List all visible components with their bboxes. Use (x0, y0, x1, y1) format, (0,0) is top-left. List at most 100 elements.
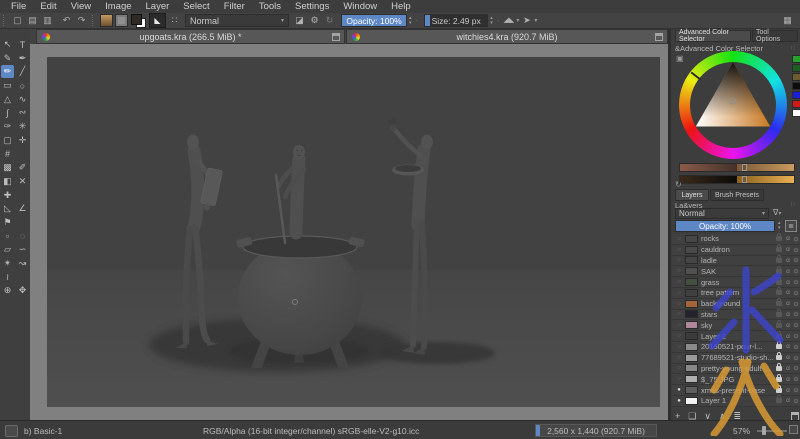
inherit-alpha-icon[interactable]: ⊙ (792, 256, 800, 264)
new-document-icon[interactable]: ▢ (11, 14, 24, 27)
lock-icon[interactable] (776, 269, 782, 274)
color-history-swatch[interactable] (792, 64, 800, 72)
inherit-alpha-icon[interactable]: ⊙ (792, 332, 800, 340)
tool-zoom[interactable]: ⊕ (1, 284, 14, 297)
lock-icon[interactable] (776, 398, 782, 403)
tool-bezier-select[interactable]: ↝ (16, 257, 29, 270)
layer-row[interactable]: Layer 2 α ⊙ (672, 331, 800, 342)
layer-filter-button[interactable]: ∇▾ (773, 208, 781, 217)
zoom-slider-handle[interactable] (762, 426, 766, 435)
inherit-alpha-icon[interactable]: ⊙ (792, 289, 800, 297)
inherit-alpha-icon[interactable]: ⊙ (792, 267, 800, 275)
layer-visibility-toggle[interactable] (674, 279, 684, 285)
layer-row[interactable]: stars α ⊙ (672, 310, 800, 321)
lock-icon[interactable] (776, 290, 782, 295)
gradient-swatch[interactable] (100, 14, 113, 27)
tool-text[interactable]: T (16, 38, 29, 51)
tool-freehand-path[interactable]: ∾ (16, 106, 29, 119)
color-history-swatch[interactable] (792, 55, 800, 63)
layer-name[interactable]: grass (701, 278, 774, 287)
layer-name[interactable]: 77689521-studio-sh... (701, 353, 774, 362)
layer-row[interactable]: pretty-young-adult-... α ⊙ (672, 364, 800, 375)
docker-buttons[interactable]: ∶∶ (791, 45, 796, 52)
layer-opacity-slider[interactable]: Opacity: 100% (675, 220, 775, 232)
layer-row[interactable]: 20150521-pour-l... α ⊙ (672, 342, 800, 353)
layer-name[interactable]: Layer 1 (701, 396, 774, 405)
layer-name[interactable]: Layer 2 (701, 332, 774, 341)
layer-row[interactable]: 77689521-studio-sh... α ⊙ (672, 353, 800, 364)
layer-row[interactable]: xmas-present-base α ⊙ (672, 385, 800, 396)
tool-assistants[interactable]: ◺ (1, 202, 14, 215)
tool-line[interactable]: ╱ (16, 65, 29, 78)
alpha-lock-icon[interactable]: α (784, 300, 792, 307)
inherit-alpha-icon[interactable]: ⊙ (792, 364, 800, 372)
tool-crop[interactable]: # (1, 148, 14, 161)
layer-name[interactable]: pretty-young-adult-... (701, 364, 774, 373)
layer-visibility-toggle[interactable] (674, 333, 684, 339)
canvas-area[interactable] (30, 44, 668, 420)
shade-strip-handle[interactable] (742, 164, 747, 171)
lock-icon[interactable] (776, 334, 782, 339)
maximize-icon[interactable] (655, 33, 663, 41)
lock-icon[interactable] (776, 355, 782, 360)
tab-tool-options[interactable]: Tool Options (752, 30, 798, 42)
layer-row[interactable]: background α ⊙ (672, 299, 800, 310)
size-stepper[interactable]: ▴▾ (490, 16, 493, 26)
layer-name[interactable]: tree pattern (701, 288, 774, 297)
layer-visibility-toggle[interactable] (674, 268, 684, 274)
menu-item[interactable]: Image (98, 0, 138, 13)
lock-icon[interactable] (776, 388, 782, 393)
refresh-history-icon[interactable]: ↻ (675, 181, 682, 189)
tab-advanced-color-selector[interactable]: Advanced Color Selector (675, 30, 751, 42)
inherit-alpha-icon[interactable]: ⊙ (792, 354, 800, 362)
alpha-lock-icon[interactable]: α (784, 354, 792, 361)
alpha-lock-icon[interactable]: α (784, 333, 792, 340)
tool-dynamic-brush[interactable]: ✑ (1, 120, 14, 133)
canvas-image[interactable] (47, 57, 660, 407)
layer-visibility-toggle[interactable] (674, 257, 684, 263)
layer-visibility-toggle[interactable] (674, 236, 684, 242)
maximize-icon[interactable] (332, 33, 340, 41)
alpha-lock-icon[interactable]: α (784, 365, 792, 372)
layer-row[interactable]: rocks α ⊙ (672, 234, 800, 245)
chevron-down-icon[interactable]: ▾ (534, 17, 537, 24)
tool-empty-slot[interactable] (16, 148, 29, 161)
menu-item[interactable]: Edit (33, 0, 63, 13)
layer-blending-mode-select[interactable]: Normal ▾ (675, 208, 769, 219)
layer-name[interactable]: stars (701, 310, 774, 319)
menu-item[interactable]: Layer (139, 0, 177, 13)
layer-row[interactable]: tree pattern α ⊙ (672, 288, 800, 299)
layer-visibility-toggle[interactable] (674, 355, 684, 361)
alpha-lock-icon[interactable]: α (784, 376, 792, 383)
alpha-lock-icon[interactable]: α (784, 397, 792, 404)
alpha-lock-icon[interactable]: α (784, 246, 792, 253)
inherit-alpha-icon[interactable]: ⊙ (792, 397, 800, 405)
color-history-swatch[interactable] (792, 82, 800, 90)
tool-polyline[interactable]: ∿ (16, 93, 29, 106)
inherit-alpha-icon[interactable]: ⊙ (792, 386, 800, 394)
layer-name[interactable]: sky (701, 321, 774, 330)
eraser-mode-button[interactable]: ◪ (293, 14, 306, 27)
lock-icon[interactable] (776, 377, 782, 382)
menu-item[interactable]: Window (336, 0, 384, 13)
tool-empty-slot[interactable] (16, 189, 29, 202)
lock-icon[interactable] (776, 366, 782, 371)
alpha-lock-icon[interactable]: α (784, 289, 792, 296)
reload-preset-button[interactable]: ↻ (323, 14, 336, 27)
menu-item[interactable]: Select (176, 0, 216, 13)
toolbar-handle[interactable] (92, 15, 96, 26)
inherit-alpha-icon[interactable]: ⊙ (792, 235, 800, 243)
tab-layers[interactable]: Layers (675, 189, 709, 201)
layer-visibility-toggle[interactable] (674, 376, 684, 382)
inherit-alpha-icon[interactable]: ⊙ (792, 310, 800, 318)
layer-visibility-toggle[interactable] (674, 290, 684, 296)
lock-icon[interactable] (776, 280, 782, 285)
hue-ring[interactable] (679, 51, 787, 159)
color-history-swatch[interactable] (792, 73, 800, 81)
tab-brush-presets[interactable]: Brush Presets (710, 189, 764, 201)
layer-visibility-toggle[interactable] (674, 344, 684, 350)
tool-fill[interactable]: ◧ (1, 175, 14, 188)
open-image-icon[interactable]: ▤ (26, 14, 39, 27)
pattern-swatch[interactable] (115, 14, 128, 27)
tool-rectangular-select[interactable]: ▫ (1, 230, 14, 243)
